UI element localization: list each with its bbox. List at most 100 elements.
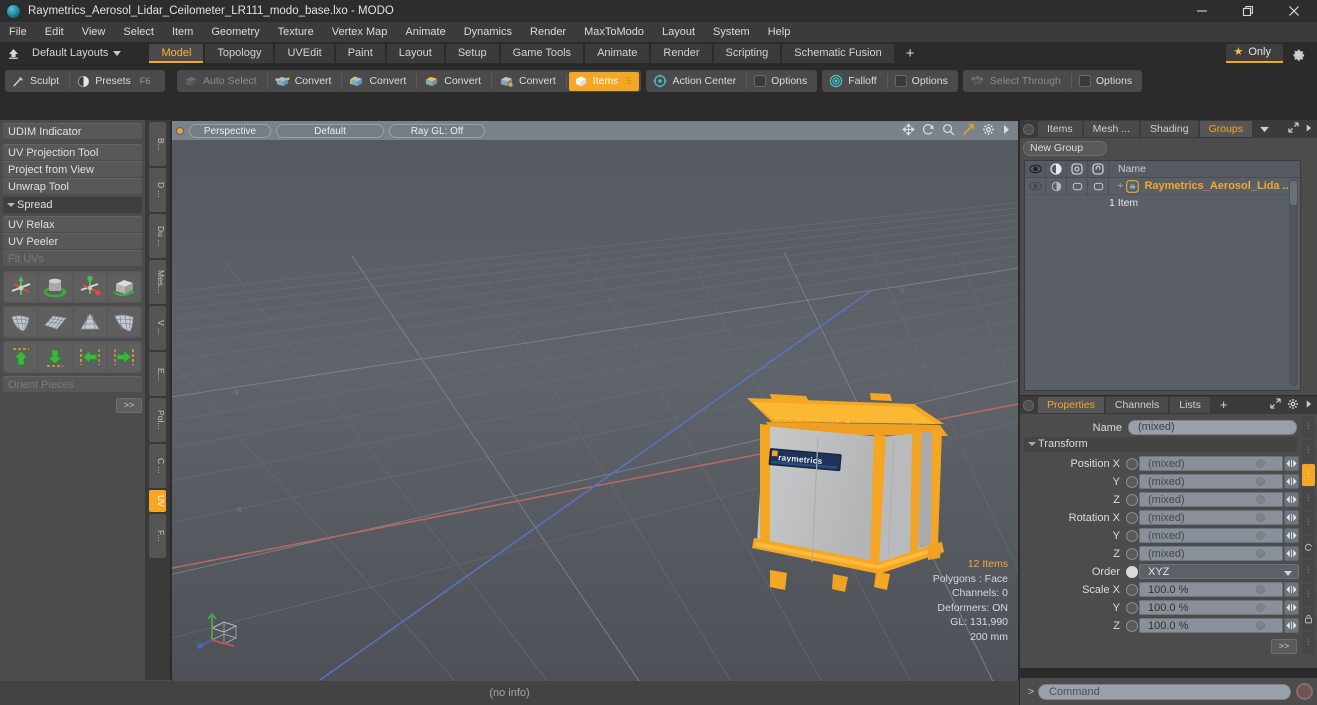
property-key-toggle[interactable] [1126,511,1138,524]
chevron-right-icon[interactable] [1305,123,1312,136]
menu-item-system[interactable]: System [704,22,759,42]
vertical-tab-0[interactable]: B... [149,122,166,166]
add-layout-tab-button[interactable]: + [896,44,925,63]
toolbar-button-auto-select[interactable]: Auto Select [179,72,265,91]
vertical-tab-8[interactable]: UV [149,490,166,512]
property-select[interactable]: XYZ [1139,564,1299,579]
toolbar-button-select-through[interactable]: Select Through [965,72,1069,91]
menu-item-texture[interactable]: Texture [269,22,323,42]
menu-item-dynamics[interactable]: Dynamics [455,22,521,42]
property-key-toggle[interactable] [1126,583,1138,596]
property-input[interactable]: (mixed) [1139,474,1283,489]
uv-scale-gizmo-icon[interactable] [73,273,106,301]
tab-lists[interactable]: Lists [1170,397,1210,413]
layout-tab-layout[interactable]: Layout [386,43,444,63]
align-left-icon[interactable] [73,343,106,371]
align-down-icon[interactable] [39,343,72,371]
left-panel-item-uv-projection-tool[interactable]: UV Projection Tool [3,144,142,160]
tab-channels[interactable]: Channels [1105,397,1169,413]
menu-item-item[interactable]: Item [163,22,202,42]
property-key-toggle[interactable] [1126,493,1138,506]
layout-tab-scripting[interactable]: Scripting [713,43,781,63]
side-strip-dots-6[interactable]: :: [1302,584,1315,606]
properties-more-button[interactable]: >> [1271,639,1297,654]
toolbar-button-convert[interactable]: Convert [419,72,489,91]
layout-tab-render[interactable]: Render [651,43,712,63]
zoom-icon[interactable] [942,123,955,139]
property-spinner[interactable] [1284,582,1299,597]
transform-section-header[interactable]: Transform [1024,437,1297,452]
property-key-toggle[interactable] [1126,529,1138,542]
row-render-icon[interactable] [1067,177,1088,195]
toolbar-button-convert[interactable]: Convert [494,72,564,91]
viewport-perspective-selector[interactable]: Perspective [189,123,271,138]
vertical-tab-4[interactable]: V ... [149,306,166,350]
left-panel-item-uv-peeler[interactable]: UV Peeler [3,233,142,249]
menu-item-layout[interactable]: Layout [653,22,704,42]
property-spinner[interactable] [1284,528,1299,543]
orient-pieces-button[interactable]: Orient Pieces [3,376,142,392]
chevron-down-icon[interactable] [1254,126,1274,133]
property-spinner[interactable] [1284,600,1299,615]
property-ghost-knob[interactable] [1256,549,1265,558]
layout-tab-uvedit[interactable]: UVEdit [275,43,334,63]
table-row[interactable]: + Raymetrics_Aerosol_Lida ... [1025,177,1300,195]
left-panel-item-project-from-view[interactable]: Project from View [3,161,142,177]
shade-icon[interactable] [1046,160,1067,178]
menu-item-geometry[interactable]: Geometry [202,22,268,42]
menu-item-edit[interactable]: Edit [36,22,73,42]
uv-taper-grid-icon[interactable] [73,308,106,336]
tab-shading[interactable]: Shading [1141,121,1198,137]
layout-tab-game-tools[interactable]: Game Tools [500,43,584,63]
property-key-toggle[interactable] [1126,475,1138,488]
side-strip-dots-5[interactable]: :: [1302,560,1315,582]
property-input[interactable]: 100.0 % [1139,582,1283,597]
property-ghost-knob[interactable] [1256,531,1265,540]
menu-item-file[interactable]: File [0,22,36,42]
menu-item-animate[interactable]: Animate [396,22,454,42]
uv-relax-mesh-icon[interactable] [5,308,38,336]
lock-icon[interactable] [1088,160,1109,178]
property-key-toggle[interactable] [1126,547,1138,560]
left-panel-more-button[interactable]: >> [116,398,142,413]
expand-icon[interactable] [1288,122,1299,136]
property-input[interactable]: (mixed) [1139,510,1283,525]
expand-icon[interactable] [1270,398,1281,412]
vertical-tab-6[interactable]: Pol... [149,398,166,442]
align-right-icon[interactable] [107,343,140,371]
row-lock-icon[interactable] [1088,177,1109,195]
align-up-icon[interactable] [5,343,38,371]
menu-item-help[interactable]: Help [759,22,800,42]
layout-tab-schematic-fusion[interactable]: Schematic Fusion [782,43,894,63]
left-panel-item-fit-uvs[interactable]: Fit UVs [3,250,142,266]
toolbar-button-presets[interactable]: Presets F6 [72,72,158,91]
left-panel-item-uv-relax[interactable]: UV Relax [3,216,142,232]
menu-item-maxtomodo[interactable]: MaxToModo [575,22,653,42]
side-strip-lock-icon[interactable] [1302,608,1315,630]
property-key-toggle[interactable] [1126,457,1138,470]
property-spinner[interactable] [1284,618,1299,633]
vertical-tab-9[interactable]: F... [149,514,166,558]
side-strip-refresh-icon[interactable] [1302,536,1315,558]
property-spinner[interactable] [1284,492,1299,507]
uv-rotate-cylinder-icon[interactable] [39,273,72,301]
eye-icon[interactable] [1025,160,1046,178]
gear-icon[interactable] [1283,46,1313,61]
property-input[interactable]: 100.0 % [1139,618,1283,633]
uv-unwrap-box-icon[interactable] [107,273,140,301]
vertical-tab-5[interactable]: E... [149,352,166,396]
property-input[interactable]: (mixed) [1139,456,1283,471]
pan-icon[interactable] [902,122,915,139]
property-ghost-knob[interactable] [1256,477,1265,486]
side-strip-dots-4[interactable]: :: [1302,512,1315,534]
panel-menu-knob-icon[interactable] [1023,123,1034,135]
toolbar-button-action-center[interactable]: Action Center [648,72,744,91]
property-ghost-knob[interactable] [1256,495,1265,504]
left-panel-item-unwrap-tool[interactable]: Unwrap Tool [3,178,142,194]
record-icon[interactable] [1296,683,1313,700]
tab-groups[interactable]: Groups [1199,121,1253,137]
property-ghost-knob[interactable] [1256,459,1265,468]
minimize-button[interactable] [1179,0,1225,22]
spread-section-header[interactable]: Spread [3,197,142,213]
property-ghost-knob[interactable] [1256,585,1265,594]
